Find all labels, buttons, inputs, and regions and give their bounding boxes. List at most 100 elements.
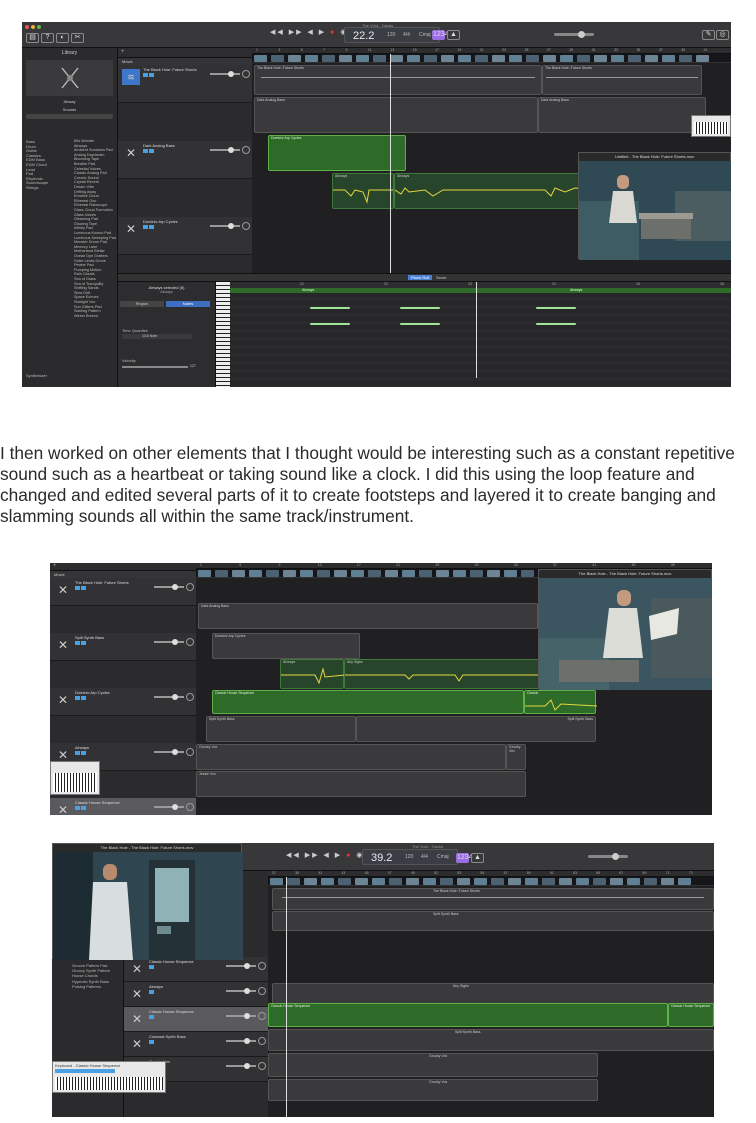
library-sound[interactable]: Shifting Sands (74, 286, 99, 290)
library-sound[interactable]: Dream Vibe (74, 185, 94, 189)
library-sound[interactable]: Starlight Vox (74, 300, 95, 304)
tab-score[interactable]: Score (433, 275, 449, 280)
mute-button[interactable] (75, 586, 80, 590)
solo-button[interactable] (81, 696, 86, 700)
time-quantize-select[interactable]: 1/16 Note (122, 334, 192, 339)
musical-typing-keyboard[interactable]: Keyboard - Classic House Sequence (52, 1061, 166, 1093)
midi-note[interactable] (310, 323, 350, 325)
mute-button[interactable] (143, 73, 148, 77)
library-sound[interactable]: Ethereal Rotoscope (74, 203, 107, 207)
track-volume-slider[interactable] (154, 749, 184, 755)
midi-region[interactable]: Spilt Synth Bass (268, 1029, 714, 1051)
library-sound[interactable]: Ocean Dyn Grafters (74, 254, 108, 258)
library-sound[interactable]: Swirling Pattern (74, 309, 101, 313)
library-toggle-icon[interactable]: ▤ (26, 33, 39, 43)
movie-viewer[interactable]: Untitled - The Black Hole: Future Shorts… (578, 152, 731, 260)
track-volume-slider[interactable] (210, 147, 240, 153)
track-volume-slider[interactable] (154, 804, 184, 810)
solo-button[interactable] (149, 149, 154, 153)
library-sound[interactable]: Sun Glitters Pad (74, 305, 102, 309)
editors-icon[interactable]: ✂ (71, 33, 84, 43)
master-volume-slider[interactable] (554, 31, 594, 38)
editor-playhead[interactable] (476, 282, 477, 378)
audio-region[interactable]: The Black Hole: Future Shorts (542, 65, 702, 95)
track-buttons[interactable] (75, 696, 87, 701)
track-header[interactable]: ✕ Dark Analog Bass (118, 141, 252, 179)
track-header[interactable]: ✕ Dominic Arp Cycles (118, 217, 252, 255)
midi-note[interactable] (400, 307, 440, 309)
library-search-input[interactable] (26, 114, 113, 119)
solo-button[interactable] (81, 641, 86, 645)
library-sound[interactable]: Classic Analog Pad (74, 171, 107, 175)
library-category[interactable]: Strings (26, 185, 38, 190)
track-pan-knob[interactable] (258, 987, 266, 995)
midi-note[interactable] (536, 307, 576, 309)
track-pan-knob[interactable] (242, 146, 250, 154)
library-sound[interactable]: Glowing Tape (74, 222, 97, 226)
midi-region[interactable]: Spilt Synth Bass (272, 911, 714, 931)
track-volume-slider[interactable] (154, 584, 184, 590)
velocity-slider[interactable] (122, 366, 188, 368)
midi-region[interactable]: Jessie Vox (196, 771, 526, 797)
solo-button[interactable] (81, 586, 86, 590)
library-sound[interactable]: Rain Clouds (74, 272, 95, 276)
mute-button[interactable] (149, 1040, 154, 1044)
track-pan-knob[interactable] (242, 222, 250, 230)
mute-button[interactable] (149, 965, 154, 969)
library-sound[interactable]: Emotive Cloud (74, 194, 99, 198)
track-volume-slider[interactable] (154, 639, 184, 645)
track-volume-slider[interactable] (154, 694, 184, 700)
midi-note[interactable] (536, 323, 576, 325)
track-buttons[interactable] (75, 806, 87, 811)
audio-region[interactable]: The Black Hole: Future Shorts (254, 65, 542, 95)
track-header[interactable]: ✕ The Black Hole: Future Shorts (50, 578, 196, 606)
mute-button[interactable] (75, 806, 80, 810)
track-buttons[interactable] (143, 149, 155, 154)
track-pan-knob[interactable] (186, 748, 194, 756)
playhead[interactable] (286, 877, 287, 1117)
midi-region[interactable]: Classic (524, 690, 597, 714)
piano-keys[interactable] (55, 1076, 163, 1090)
maximize-icon[interactable] (37, 25, 41, 29)
movie-viewer[interactable]: The Black Hole - The Black Hole: Future … (52, 843, 243, 960)
track-pan-knob[interactable] (242, 70, 250, 78)
track-header[interactable]: ✕ Classic House Sequence (50, 798, 196, 815)
metronome-icon[interactable]: ▲ (471, 853, 484, 863)
track-volume-slider[interactable] (226, 963, 256, 969)
track-pan-knob[interactable] (258, 1012, 266, 1020)
midi-region[interactable]: Grooby Vox (268, 1079, 598, 1101)
arrangement-area[interactable]: 37 39 41 43 45 47 49 51 53 55 57 59 61 63 65 67 69 71 73 T… (268, 871, 714, 1117)
library-sound[interactable]: Luminous Kosmo Pad (74, 231, 111, 235)
track-buttons[interactable] (149, 1040, 155, 1045)
track-pan-knob[interactable] (258, 1062, 266, 1070)
library-sound[interactable]: Outer Limits Drone (74, 259, 106, 263)
library-sound[interactable]: Pumping Motion (74, 268, 101, 272)
midi-region[interactable]: Grooby Vox (196, 744, 506, 770)
library-sound[interactable]: Memory Lane (74, 245, 97, 249)
note-grid[interactable] (230, 282, 731, 387)
mute-button[interactable] (149, 1015, 154, 1019)
add-track-icon[interactable]: + (53, 563, 57, 569)
track-volume-slider[interactable] (226, 988, 256, 994)
library-sound[interactable]: Gleaming Pad (74, 217, 98, 221)
record-icon[interactable]: ● (330, 29, 336, 36)
count-in-button[interactable]: 1234 (456, 853, 473, 863)
track-pan-knob[interactable] (186, 693, 194, 701)
track-volume-slider[interactable] (210, 71, 240, 77)
playhead[interactable] (390, 54, 391, 296)
track-buttons[interactable] (143, 225, 155, 230)
midi-note[interactable] (310, 307, 350, 309)
library-sound[interactable]: Ethereal Goo (74, 199, 96, 203)
midi-region[interactable]: Dark Analog Bass (254, 97, 538, 133)
record-icon[interactable]: ● (346, 852, 352, 859)
track-buttons[interactable] (75, 586, 87, 591)
library-sound[interactable]: Blooming Tape (74, 157, 99, 161)
midi-region[interactable]: Classic House Sequence (268, 1003, 668, 1027)
track-volume-slider[interactable] (210, 223, 240, 229)
midi-region[interactable]: Dark Analog Bass (198, 603, 538, 629)
loop-browser-icon[interactable]: ◎ (716, 30, 729, 40)
transport-controls[interactable]: ◀◀ ▶▶ ◀ ▶ ● ◉ (286, 851, 364, 859)
library-sound[interactable]: Motherland Stellar (74, 249, 105, 253)
tab-piano-roll[interactable]: Piano Roll (408, 275, 433, 280)
midi-region[interactable]: Spilt Synth Bass (206, 716, 356, 742)
